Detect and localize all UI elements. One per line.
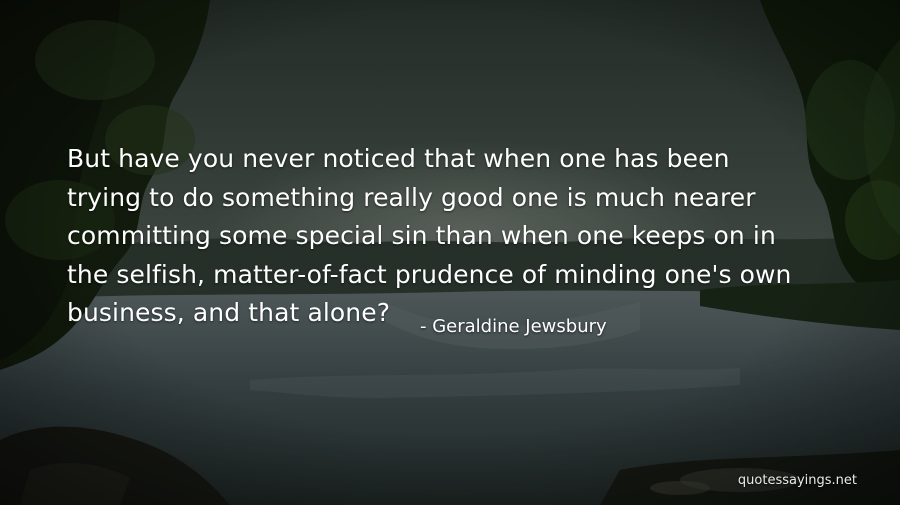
quote-text: But have you never noticed that when one… <box>67 140 867 333</box>
quote-author: - Geraldine Jewsbury <box>420 316 607 337</box>
quote-line: But have you never noticed that when one… <box>67 144 730 173</box>
quote-line: trying to do something really good one i… <box>67 182 756 212</box>
quote-line: committing some special sin than when on… <box>67 221 776 250</box>
quote-card: But have you never noticed that when one… <box>0 0 900 505</box>
quote-line: the selfish, matter-of-fact prudence of … <box>67 259 792 289</box>
site-watermark: quotessayings.net <box>737 473 857 488</box>
